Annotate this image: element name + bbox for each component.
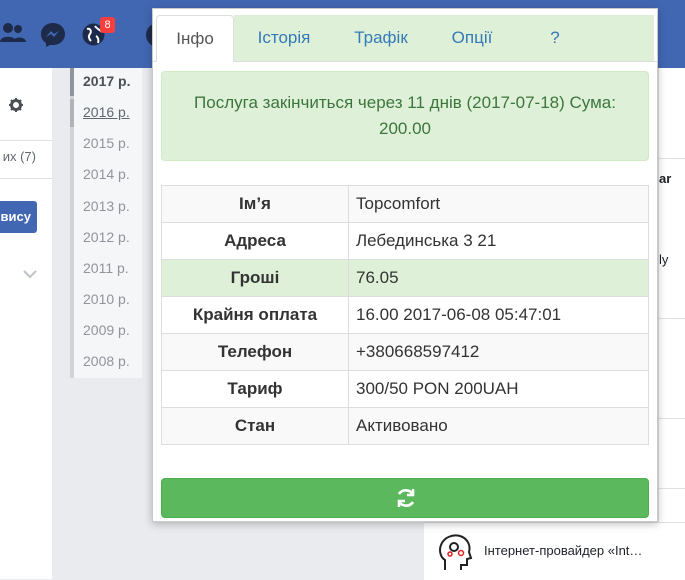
tab-traffic[interactable]: Трафік: [334, 15, 428, 61]
facebook-right-panel: ar ly: [658, 68, 685, 579]
table-row: Стан Активовано: [161, 407, 649, 445]
account-info-table: Ім’я Topcomfort Адреса Лебединська 3 21 …: [161, 185, 649, 445]
tab-history[interactable]: Історія: [234, 15, 334, 61]
row-value: 16.00 2017-06-08 05:47:01: [348, 296, 649, 334]
year-link[interactable]: 2015 р.: [83, 135, 130, 151]
year-link[interactable]: 2010 р.: [83, 291, 130, 307]
row-value: 76.05: [348, 259, 649, 297]
row-label: Стан: [161, 407, 349, 445]
year-navigation: 2017 р. 2016 р. 2015 р. 2014 р. 2013 р. …: [70, 68, 142, 378]
tab-bar-filler: [594, 15, 654, 61]
count-label: их (7): [2, 149, 36, 164]
table-row: Крайня оплата 16.00 2017-06-08 05:47:01: [161, 296, 649, 334]
messenger-icon[interactable]: [40, 22, 66, 53]
row-label: Адреса: [161, 222, 349, 260]
row-label: Телефон: [161, 333, 349, 371]
divider: [659, 488, 685, 489]
row-value: +380668597412: [348, 333, 649, 371]
tab-bar: Інфо Історія Трафік Опції ?: [153, 9, 657, 62]
row-label: Гроші: [161, 259, 349, 297]
truncated-text: ly: [659, 252, 669, 267]
year-link[interactable]: 2017 р.: [83, 73, 130, 89]
facebook-left-panel: их (7) вису: [0, 68, 52, 579]
year-link[interactable]: 2009 р.: [83, 322, 130, 338]
table-row: Адреса Лебединська 3 21: [161, 222, 649, 260]
notification-badge: 8: [100, 17, 115, 33]
year-link[interactable]: 2011 р.: [83, 260, 129, 276]
table-row: Телефон +380668597412: [161, 333, 649, 371]
refresh-button[interactable]: [161, 478, 649, 518]
refresh-icon: [397, 489, 415, 507]
friends-icon[interactable]: [0, 22, 26, 49]
year-link[interactable]: 2008 р.: [83, 353, 130, 369]
active-year-marker: [70, 68, 74, 96]
gear-icon[interactable]: [9, 98, 23, 117]
chevron-down-icon[interactable]: [23, 266, 37, 284]
row-value: Topcomfort: [348, 185, 649, 223]
table-row: Тариф 300/50 PON 200UAH: [161, 370, 649, 408]
row-value: Активовано: [348, 407, 649, 445]
divider: [0, 140, 52, 141]
divider: [0, 178, 52, 179]
page-suggestion-card[interactable]: Інтернет-провайдер «Int…: [424, 522, 685, 580]
year-link[interactable]: 2013 р.: [83, 198, 130, 214]
truncated-text: ar: [659, 171, 672, 186]
row-label: Тариф: [161, 370, 349, 408]
year-link[interactable]: 2014 р.: [83, 166, 130, 182]
row-value: Лебединська 3 21: [348, 222, 649, 260]
divider: [659, 158, 685, 159]
table-row: Ім’я Topcomfort: [161, 185, 649, 223]
row-value: 300/50 PON 200UAH: [348, 370, 649, 408]
blue-action-button[interactable]: вису: [0, 201, 37, 233]
divider: [659, 318, 685, 319]
extension-popup: Інфо Історія Трафік Опції ? Послуга закі…: [152, 8, 658, 522]
hover-year-marker: [70, 99, 74, 127]
page-name[interactable]: Інтернет-провайдер «Int…: [484, 543, 684, 558]
year-link[interactable]: 2012 р.: [83, 229, 130, 245]
divider: [659, 418, 685, 419]
tab-info[interactable]: Інфо: [156, 15, 234, 62]
provider-logo-icon: [437, 532, 473, 577]
row-label: Ім’я: [161, 185, 349, 223]
expiry-alert: Послуга закінчиться через 11 днів (2017-…: [161, 71, 649, 161]
row-label: Крайня оплата: [161, 296, 349, 334]
year-link[interactable]: 2016 р.: [83, 104, 130, 120]
tab-options[interactable]: Опції: [428, 15, 516, 61]
table-row: Гроші 76.05: [161, 259, 649, 297]
tab-help[interactable]: ?: [516, 15, 594, 61]
